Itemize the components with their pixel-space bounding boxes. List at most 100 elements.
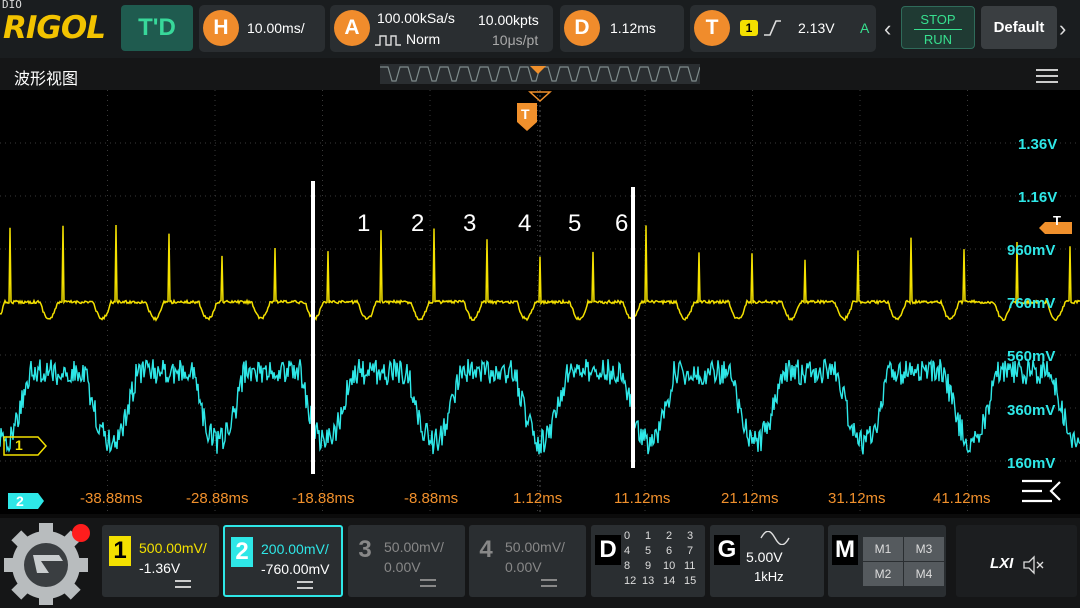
status-panel: LXI <box>956 525 1077 597</box>
acquire-panel[interactable]: A 100.00kSa/s Norm 10.00kpts 10μs/pt <box>330 5 553 52</box>
navigation-button[interactable] <box>3 521 93 607</box>
stop-run-divider <box>914 29 962 30</box>
channel-1-scale: 500.00mV/ <box>139 540 207 556</box>
annotation-label: 6 <box>615 210 629 237</box>
chevron-right-icon[interactable]: › <box>1059 16 1066 42</box>
annotation-label: 4 <box>518 210 532 237</box>
rigol-logo: RIGOL <box>3 10 106 46</box>
annotation-label: 3 <box>463 210 477 237</box>
acquire-mode: Norm <box>406 31 441 47</box>
annotation-label: 2 <box>411 210 425 237</box>
digital-channel: 7 <box>687 545 694 557</box>
coupling-icon <box>175 580 191 588</box>
scale-label: 360mV <box>1007 402 1056 419</box>
time-label: -28.88ms <box>186 490 249 507</box>
right-cursor-line[interactable] <box>631 187 635 468</box>
digital-channel: 11 <box>684 560 696 572</box>
time-label: 41.12ms <box>933 490 991 507</box>
digital-channel: 10 <box>663 560 676 572</box>
generator-panel[interactable]: G 5.00V 1kHz <box>710 525 824 597</box>
coupling-icon <box>297 581 313 589</box>
memory-overview-bar[interactable] <box>380 64 700 84</box>
coupling-icon <box>541 579 557 587</box>
trigger-source-badge: 1 <box>740 20 758 36</box>
scale-label: 560mV <box>1007 348 1056 365</box>
stop-label: STOP <box>920 12 956 27</box>
default-button[interactable]: Default <box>981 6 1057 49</box>
horizontal-icon: H <box>203 10 239 46</box>
digital-channel: 13 <box>642 575 655 587</box>
top-toolbar: DIO RIGOL T'D H 10.00ms/ A 100.00kSa/s N… <box>0 0 1080 58</box>
trigger-level: 2.13V <box>798 20 835 36</box>
channel-2-scale: 200.00mV/ <box>261 541 329 557</box>
channel-2-offset: -760.00mV <box>261 561 330 577</box>
math-panel[interactable]: M M1 M3 M2 M4 <box>828 525 946 597</box>
run-label: RUN <box>923 32 953 47</box>
math-letter: M <box>832 535 858 565</box>
acquire-icon: A <box>334 10 370 46</box>
collapse-menu-icon[interactable] <box>1020 476 1062 506</box>
ch2-marker-label: 2 <box>16 493 24 509</box>
generator-frequency: 1kHz <box>754 569 784 584</box>
bottom-toolbar: 1 500.00mV/ -1.36V 2 200.00mV/ -760.00mV… <box>0 518 1080 608</box>
math-m1-button[interactable]: M1 <box>863 537 903 561</box>
generator-letter: G <box>714 535 740 565</box>
ch2-offset-marker[interactable] <box>8 493 44 509</box>
digital-panel[interactable]: D 0 1 2 3 4 5 6 7 8 9 10 11 12 13 14 15 <box>591 525 705 597</box>
lxi-logo: LXI <box>990 555 1014 572</box>
math-m3-button[interactable]: M3 <box>904 537 944 561</box>
time-label: 31.12ms <box>828 490 886 507</box>
sample-rate: 100.00kSa/s <box>377 10 455 26</box>
scale-label: 160mV <box>1007 455 1056 472</box>
menu-icon[interactable] <box>1036 69 1058 83</box>
digital-channel: 4 <box>624 545 631 557</box>
time-label: 1.12ms <box>513 490 563 507</box>
channel-1-number: 1 <box>109 536 131 566</box>
trigger-mode: A <box>860 20 870 36</box>
memory-depth: 10.00kpts <box>478 12 539 28</box>
channel-2-number: 2 <box>231 537 253 567</box>
waveform-display[interactable]: T T 1 2 1.36V 1.16V 960mV 760mV 560mV 36… <box>0 90 1080 514</box>
channel-4-scale: 50.00mV/ <box>505 539 565 555</box>
math-m2-button[interactable]: M2 <box>863 562 903 586</box>
delay-icon: D <box>564 10 600 46</box>
trigger-panel[interactable]: T 1 2.13V A <box>690 5 876 52</box>
left-cursor-line[interactable] <box>311 181 315 474</box>
rising-edge-icon <box>764 20 781 36</box>
waveform-view-title: 波形视图 <box>14 71 79 88</box>
digital-channel: 9 <box>645 560 652 572</box>
waveform-header: 波形视图 <box>0 58 1080 90</box>
time-per-point: 10μs/pt <box>492 32 539 48</box>
digital-channel: 15 <box>684 575 697 587</box>
digital-channel: 5 <box>645 545 652 557</box>
waveform-grid <box>0 90 1080 514</box>
annotation-label: 5 <box>568 210 582 237</box>
scale-label: 760mV <box>1007 295 1056 312</box>
delay-panel[interactable]: D 1.12ms <box>560 5 684 52</box>
channel-4-offset: 0.00V <box>505 559 542 575</box>
scale-label: 1.36V <box>1018 136 1058 153</box>
digital-channel: 2 <box>666 530 673 542</box>
generator-amplitude: 5.00V <box>746 549 783 565</box>
chevron-left-icon[interactable]: ‹ <box>884 16 891 42</box>
time-label: 21.12ms <box>721 490 779 507</box>
channel-4-panel[interactable]: 4 50.00mV/ 0.00V <box>469 525 586 597</box>
time-display-mode-button[interactable]: T'D <box>121 5 193 51</box>
digital-channel: 3 <box>687 530 694 542</box>
speaker-muted-icon[interactable] <box>1022 555 1046 575</box>
gear-icon <box>4 523 90 607</box>
sine-wave-icon <box>760 531 790 545</box>
digital-channel: 0 <box>624 530 631 542</box>
channel-3-panel[interactable]: 3 50.00mV/ 0.00V <box>348 525 465 597</box>
horizontal-panel[interactable]: H 10.00ms/ <box>199 5 325 52</box>
scale-label: 960mV <box>1007 242 1056 259</box>
math-m4-button[interactable]: M4 <box>904 562 944 586</box>
channel-3-scale: 50.00mV/ <box>384 539 444 555</box>
digital-channel: 14 <box>663 575 676 587</box>
trigger-level-label: T <box>1053 213 1061 228</box>
channel-2-panel[interactable]: 2 200.00mV/ -760.00mV <box>223 525 343 597</box>
channel-3-offset: 0.00V <box>384 559 421 575</box>
time-label: -8.88ms <box>404 490 459 507</box>
channel-1-panel[interactable]: 1 500.00mV/ -1.36V <box>102 525 219 597</box>
stop-run-button[interactable]: STOP RUN <box>901 6 975 49</box>
